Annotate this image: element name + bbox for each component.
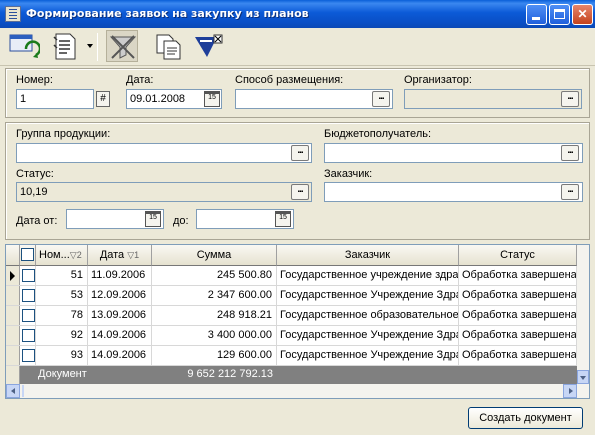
- close-window-button[interactable]: [192, 31, 224, 63]
- number-label: Номер:: [16, 74, 53, 86]
- minimize-icon: [532, 17, 540, 20]
- customer-field[interactable]: [324, 182, 583, 202]
- product-group-select-button[interactable]: ...: [291, 145, 309, 161]
- row-checkbox[interactable]: [22, 289, 35, 302]
- arrow-right-icon: [569, 388, 573, 394]
- row-checkbox[interactable]: [22, 349, 35, 362]
- column-header-sum[interactable]: Сумма: [152, 245, 277, 266]
- arrow-down-icon: [580, 376, 586, 380]
- refresh-button[interactable]: [8, 31, 42, 63]
- create-document-button[interactable]: Создать документ: [468, 407, 583, 429]
- document-list-icon: [53, 33, 76, 60]
- table-header: Ном...▽2 Дата ▽1 Сумма Заказчик Статус: [6, 245, 589, 266]
- scroll-left-button[interactable]: [6, 384, 20, 398]
- scroll-thumb[interactable]: [22, 385, 24, 397]
- method-label: Способ размещения:: [235, 74, 344, 86]
- column-header-status[interactable]: Статус: [459, 245, 577, 266]
- row-checkbox[interactable]: [22, 269, 35, 282]
- row-checkbox[interactable]: [22, 309, 35, 322]
- table-row[interactable]: 78 13.09.2006 248 918.21 Государственное…: [6, 306, 577, 326]
- app-window: Формирование заявок на закупку из планов…: [0, 0, 595, 435]
- budget-recipient-label: Бюджетополучатель:: [324, 128, 432, 140]
- organizer-label: Организатор:: [404, 74, 472, 86]
- header-select-all[interactable]: [20, 245, 36, 266]
- title-bar: Формирование заявок на закупку из планов…: [0, 0, 595, 28]
- header-indicator: [6, 245, 20, 266]
- window-icon: [5, 6, 21, 22]
- toolbar: [0, 28, 595, 66]
- close-icon: ✕: [577, 7, 588, 21]
- header-fields-panel: Номер: 1 # Дата: 09.01.2008 15 Способ ра…: [5, 68, 590, 118]
- column-header-date[interactable]: Дата ▽1: [88, 245, 152, 266]
- organizer-select-button[interactable]: ...: [561, 91, 579, 107]
- method-field[interactable]: [235, 89, 393, 109]
- footer-total: 9 652 212 792.13: [187, 368, 273, 380]
- status-select-button[interactable]: ...: [291, 184, 309, 200]
- budget-recipient-select-button[interactable]: ...: [561, 145, 579, 161]
- close-button[interactable]: ✕: [572, 4, 593, 25]
- hash-icon: #: [100, 93, 106, 104]
- minimize-button[interactable]: [526, 4, 547, 25]
- footer-label: Документ: [38, 368, 87, 380]
- arrow-left-icon: [11, 388, 15, 394]
- copy-icon: [156, 34, 181, 60]
- window-title: Формирование заявок на закупку из планов: [26, 7, 309, 20]
- product-group-label: Группа продукции:: [16, 128, 111, 140]
- table-row[interactable]: 53 12.09.2006 2 347 600.00 Государственн…: [6, 286, 577, 306]
- vertical-scrollbar[interactable]: [577, 245, 589, 384]
- calendar-icon[interactable]: 15: [145, 211, 161, 227]
- column-header-number[interactable]: Ном...▽2: [36, 245, 88, 266]
- table-row[interactable]: 51 11.09.2006 245 500.80 Государственное…: [6, 266, 577, 286]
- maximize-icon: [554, 9, 565, 19]
- status-field[interactable]: 10,19: [16, 182, 312, 202]
- method-select-button[interactable]: ...: [372, 91, 390, 107]
- maximize-button[interactable]: [549, 4, 570, 25]
- number-field[interactable]: 1: [16, 89, 94, 109]
- status-label: Статус:: [16, 168, 54, 180]
- product-group-field[interactable]: [16, 143, 312, 163]
- date-to-label: до:: [173, 215, 189, 227]
- table-footer-row: Документ 9 652 212 792.13: [20, 366, 577, 384]
- date-from-label: Дата от:: [16, 215, 58, 227]
- date-label: Дата:: [126, 74, 154, 86]
- scroll-right-button[interactable]: [563, 384, 577, 398]
- organizer-field[interactable]: [404, 89, 582, 109]
- customer-label: Заказчик:: [324, 168, 373, 180]
- row-checkbox[interactable]: [22, 329, 35, 342]
- calendar-icon[interactable]: 15: [275, 211, 291, 227]
- number-generate-button[interactable]: #: [96, 91, 110, 107]
- table-row[interactable]: 93 14.09.2006 129 600.00 Государственное…: [6, 346, 577, 366]
- document-button[interactable]: [50, 31, 82, 63]
- copy-button[interactable]: [152, 31, 184, 63]
- chevron-down-icon[interactable]: [87, 44, 93, 48]
- select-all-checkbox[interactable]: [21, 248, 34, 261]
- filter-fields-panel: Группа продукции: ... Бюджетополучатель:…: [5, 122, 590, 240]
- table-row[interactable]: 92 14.09.2006 3 400 000.00 Государственн…: [6, 326, 577, 346]
- close-window-icon: [195, 34, 223, 57]
- calendar-icon[interactable]: 15: [204, 91, 220, 107]
- scroll-down-button[interactable]: [577, 370, 589, 384]
- horizontal-scrollbar[interactable]: [6, 384, 589, 398]
- customer-select-button[interactable]: ...: [561, 184, 579, 200]
- column-header-customer[interactable]: Заказчик: [277, 245, 459, 266]
- toolbar-separator: [97, 33, 98, 61]
- orders-table: Ном...▽2 Дата ▽1 Сумма Заказчик Статус 5…: [5, 244, 590, 399]
- filter-clear-icon: [109, 35, 137, 59]
- budget-recipient-field[interactable]: [324, 143, 583, 163]
- filter-button[interactable]: [106, 30, 138, 62]
- refresh-window-icon: [9, 34, 42, 58]
